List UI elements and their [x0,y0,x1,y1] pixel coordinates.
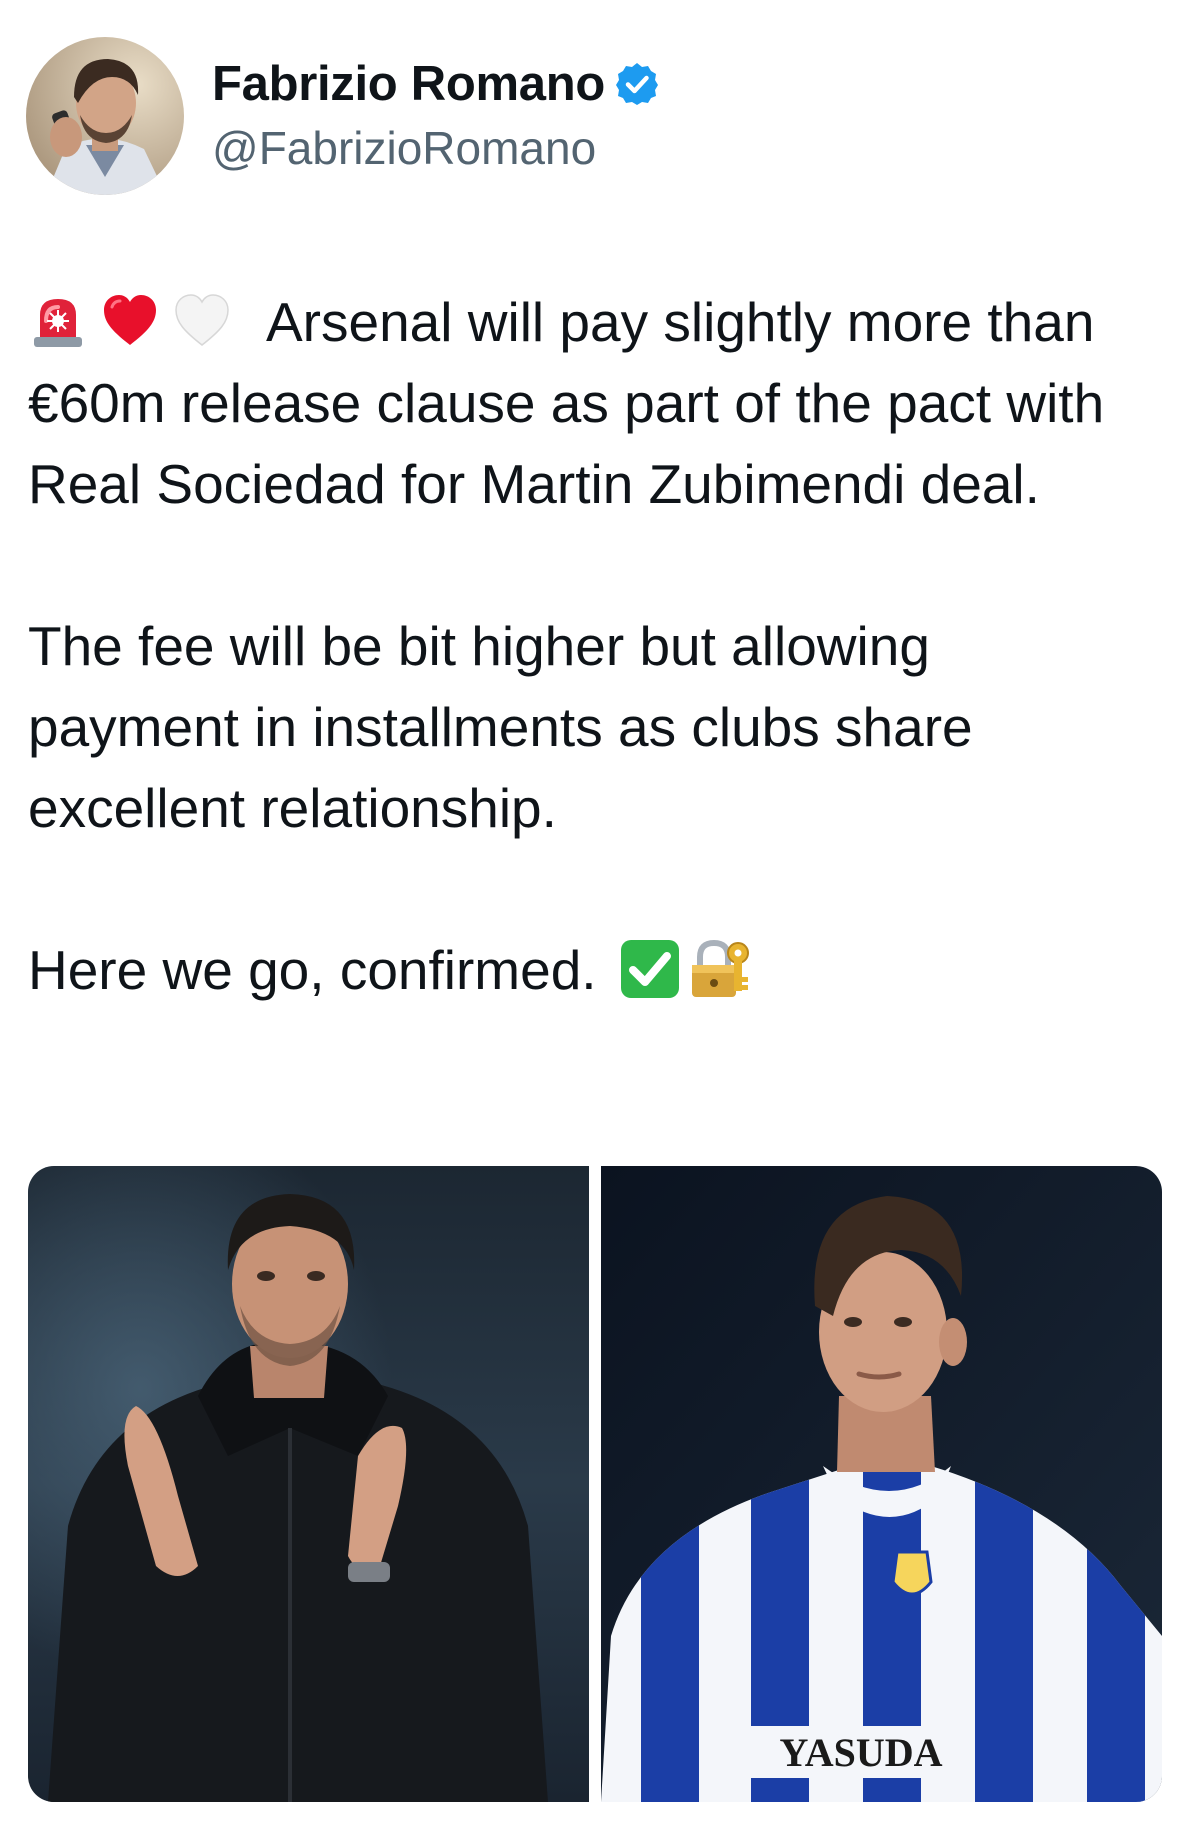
red-heart-icon [100,291,160,351]
profile-photo-avatar [26,37,184,195]
author-names: Fabrizio Romano @FabrizioRomano [212,55,661,177]
tweet-paragraph-2: The fee will be bit higher but allowing … [28,615,973,839]
tweet-header: Fabrizio Romano @FabrizioRomano [26,36,661,196]
tweet-paragraph-3: Here we go, confirmed. [28,930,1148,1011]
tweet-text: Arsenal will pay slightly more than €60m… [28,282,1148,1011]
photo-player-real-sociedad-kit[interactable]: YASUDA [601,1166,1162,1802]
author-handle[interactable]: @FabrizioRomano [212,119,661,177]
tweet-paragraph-3-text: Here we go, confirmed. [28,939,597,1001]
photo-coach-applauding[interactable] [28,1166,589,1802]
rotating-light-icon [28,291,88,351]
verified-badge-icon [613,60,661,108]
kit-sponsor-text: YASUDA [779,1730,942,1775]
tweet-media-grid: YASUDA [28,1166,1162,1802]
author-display-name[interactable]: Fabrizio Romano [212,55,605,113]
tweet-paragraph-1: Arsenal will pay slightly more than €60m… [28,282,1148,525]
lead-emojis [28,291,244,351]
locked-with-key-icon [688,937,752,1001]
display-name-row: Fabrizio Romano [212,55,661,113]
author-avatar[interactable] [26,37,184,195]
check-mark-button-icon [618,937,682,1001]
white-heart-icon [172,291,232,351]
